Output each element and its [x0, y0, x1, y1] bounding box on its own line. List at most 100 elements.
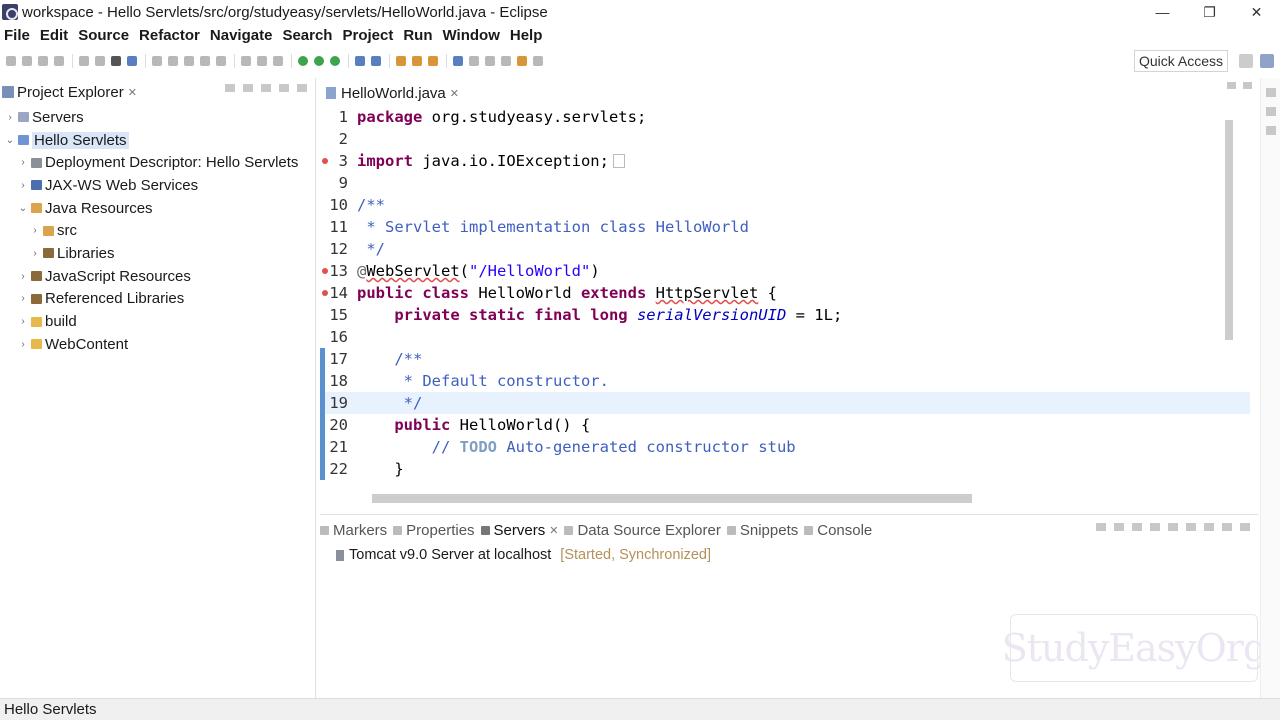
- expand-arrow-icon[interactable]: ›: [17, 316, 29, 327]
- tree-item-src[interactable]: › src: [0, 219, 316, 242]
- code-area[interactable]: 1 package org.studyeasy.servlets; 2 3 im…: [320, 106, 1250, 486]
- annotation-icon[interactable]: [453, 56, 463, 66]
- expand-arrow-icon[interactable]: ›: [17, 271, 29, 282]
- debug-bug-icon[interactable]: [111, 56, 121, 66]
- last-edit-icon[interactable]: [501, 56, 511, 66]
- tab-markers[interactable]: Markers: [320, 522, 387, 539]
- build-icon[interactable]: [79, 56, 89, 66]
- restore-view-icon[interactable]: [1265, 88, 1276, 97]
- console-icon[interactable]: [127, 56, 137, 66]
- restore-button[interactable]: ❐: [1186, 0, 1233, 24]
- menu-project[interactable]: Project: [342, 27, 393, 44]
- menu-navigate[interactable]: Navigate: [210, 27, 273, 44]
- expand-arrow-icon[interactable]: ›: [17, 157, 29, 168]
- next-annotation-icon[interactable]: [469, 56, 479, 66]
- menu-search[interactable]: Search: [282, 27, 332, 44]
- expand-arrow-icon[interactable]: ›: [29, 225, 41, 236]
- step-into-icon[interactable]: [152, 56, 162, 66]
- step-return-icon[interactable]: [184, 56, 194, 66]
- maximize-icon[interactable]: [1243, 82, 1252, 89]
- close-icon[interactable]: ✕: [450, 87, 459, 100]
- tree-item-deployment-descriptor[interactable]: › Deployment Descriptor: Hello Servlets: [0, 151, 316, 174]
- expand-arrow-icon[interactable]: ›: [17, 339, 29, 350]
- refresh-icon[interactable]: [95, 56, 105, 66]
- error-marker-icon[interactable]: [322, 158, 328, 164]
- save-all-icon[interactable]: [38, 56, 48, 66]
- scrollbar-thumb[interactable]: [1225, 120, 1233, 340]
- menu-source[interactable]: Source: [78, 27, 129, 44]
- tab-project-explorer[interactable]: Project Explorer ✕: [2, 80, 137, 104]
- outline-icon[interactable]: [1265, 107, 1276, 116]
- collapse-arrow-icon[interactable]: ⌄: [4, 135, 16, 146]
- expand-arrow-icon[interactable]: ›: [17, 293, 29, 304]
- search-icon[interactable]: [428, 56, 438, 66]
- view-menu-icon[interactable]: [261, 84, 271, 92]
- open-type-icon[interactable]: [396, 56, 406, 66]
- tab-snippets[interactable]: Snippets: [726, 522, 798, 539]
- resume-icon[interactable]: [200, 56, 210, 66]
- menu-file[interactable]: File: [4, 27, 30, 44]
- perspective-icon[interactable]: [1239, 54, 1253, 68]
- new-package-icon[interactable]: [371, 56, 381, 66]
- debug-server-icon[interactable]: [1114, 523, 1124, 531]
- close-icon[interactable]: ✕: [549, 524, 558, 537]
- error-marker-icon[interactable]: [322, 290, 328, 296]
- java-ee-perspective-icon[interactable]: [1260, 54, 1274, 68]
- horizontal-scrollbar[interactable]: [358, 490, 1228, 506]
- menu-refactor[interactable]: Refactor: [139, 27, 200, 44]
- coverage-icon[interactable]: [314, 56, 324, 66]
- new-java-project-icon[interactable]: [355, 56, 365, 66]
- menu-run[interactable]: Run: [403, 27, 432, 44]
- terminate-icon[interactable]: [216, 56, 226, 66]
- start-server-icon[interactable]: [1132, 523, 1142, 531]
- expand-arrow-icon[interactable]: ›: [4, 112, 16, 123]
- save-icon[interactable]: [22, 56, 32, 66]
- step-over-icon[interactable]: [168, 56, 178, 66]
- task-list-icon[interactable]: [1265, 126, 1276, 135]
- server-entry[interactable]: Tomcat v9.0 Server at localhost [Started…: [336, 547, 711, 563]
- back-icon[interactable]: [517, 56, 527, 66]
- print-icon[interactable]: [54, 56, 64, 66]
- tree-item-build[interactable]: › build: [0, 310, 316, 333]
- forward-icon[interactable]: [533, 56, 543, 66]
- menu-edit[interactable]: Edit: [40, 27, 68, 44]
- tree-item-referenced-libraries[interactable]: › Referenced Libraries: [0, 288, 316, 311]
- tree-item-libraries[interactable]: › Libraries: [0, 242, 316, 265]
- minimize-icon[interactable]: [1222, 523, 1232, 531]
- publish-icon[interactable]: [257, 56, 267, 66]
- link-with-editor-icon[interactable]: [243, 84, 253, 92]
- minimize-button[interactable]: —: [1139, 0, 1186, 24]
- tree-item-hello-servlets[interactable]: ⌄ Hello Servlets: [0, 129, 316, 152]
- minimize-icon[interactable]: [279, 84, 289, 92]
- tab-helloworld-java[interactable]: HelloWorld.java ✕: [326, 82, 459, 104]
- tree-item-jax-ws[interactable]: › JAX-WS Web Services: [0, 174, 316, 197]
- folded-imports-icon[interactable]: [612, 154, 625, 168]
- view-menu-icon[interactable]: [1204, 523, 1214, 531]
- close-icon[interactable]: ✕: [128, 86, 137, 99]
- collapse-all-icon[interactable]: [225, 84, 235, 92]
- tree-item-java-resources[interactable]: ⌄ Java Resources: [0, 197, 316, 220]
- external-tools-icon[interactable]: [330, 56, 340, 66]
- maximize-icon[interactable]: [1240, 523, 1250, 531]
- skip-breakpoints-icon[interactable]: [273, 56, 283, 66]
- publish-icon[interactable]: [1186, 523, 1196, 531]
- tab-data-source-explorer[interactable]: Data Source Explorer: [564, 522, 721, 539]
- new-icon[interactable]: [6, 56, 16, 66]
- open-task-icon[interactable]: [412, 56, 422, 66]
- maximize-icon[interactable]: [297, 84, 307, 92]
- scrollbar-thumb[interactable]: [372, 494, 972, 503]
- menu-window[interactable]: Window: [443, 27, 500, 44]
- tree-item-servers[interactable]: › Servers: [0, 106, 316, 129]
- tree-item-webcontent[interactable]: › WebContent: [0, 333, 316, 356]
- collapse-icon[interactable]: [1096, 523, 1106, 531]
- minimize-icon[interactable]: [1227, 82, 1236, 89]
- close-button[interactable]: ✕: [1233, 0, 1280, 24]
- vertical-scrollbar[interactable]: [1222, 110, 1236, 490]
- profile-server-icon[interactable]: [1150, 523, 1160, 531]
- error-marker-icon[interactable]: [322, 268, 328, 274]
- tree-item-javascript-resources[interactable]: › JavaScript Resources: [0, 265, 316, 288]
- quick-access-field[interactable]: Quick Access: [1134, 50, 1228, 72]
- expand-arrow-icon[interactable]: ›: [17, 180, 29, 191]
- tab-properties[interactable]: Properties: [393, 522, 475, 539]
- expand-arrow-icon[interactable]: ›: [29, 248, 41, 259]
